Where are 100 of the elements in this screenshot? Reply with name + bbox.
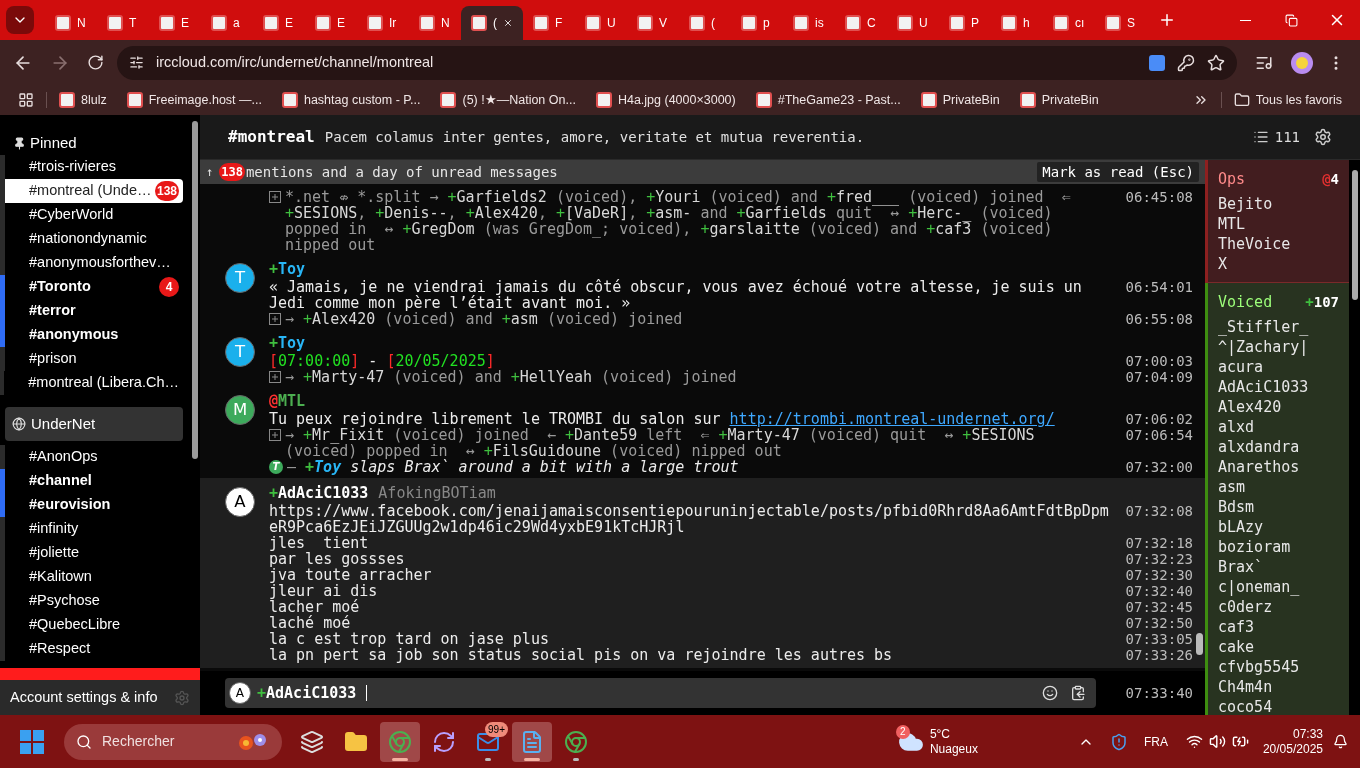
tab-search-button[interactable] [6, 6, 34, 34]
member-name[interactable]: alxd [1218, 417, 1339, 437]
browser-tab[interactable]: U [887, 6, 939, 40]
expand-icon[interactable] [269, 191, 281, 203]
member-name[interactable]: caf3 [1218, 617, 1339, 637]
site-info-icon[interactable] [129, 55, 144, 70]
browser-tab[interactable]: E [253, 6, 305, 40]
member-name[interactable]: AdAciC1033 [1218, 377, 1339, 397]
browser-tab[interactable]: N [409, 6, 461, 40]
browser-tab[interactable]: C [835, 6, 887, 40]
member-name[interactable]: Bejito [1218, 194, 1339, 214]
member-name[interactable]: Alex420 [1218, 397, 1339, 417]
bookmark[interactable]: Freeimage.host —... [126, 90, 262, 110]
author-name[interactable]: MTL [278, 393, 306, 409]
member-name[interactable]: cfvbg5545 [1218, 657, 1339, 677]
reload-icon[interactable] [87, 54, 104, 71]
message-text: par les gossses [269, 551, 405, 567]
browser-tab[interactable]: is [783, 6, 835, 40]
bookmark[interactable]: 8lulz [59, 90, 107, 110]
member-name[interactable]: c0derz [1218, 597, 1339, 617]
member-name[interactable]: alxdandra [1218, 437, 1339, 457]
member-name[interactable]: coco54 [1218, 697, 1339, 715]
browser-tab[interactable]: P [939, 6, 991, 40]
clock-time[interactable]: 07:33 [1292, 726, 1323, 742]
network-header[interactable]: UnderNet [5, 407, 183, 441]
settings-icon[interactable] [1314, 128, 1332, 146]
bookmark[interactable]: #TheGame23 - Past... [755, 90, 901, 110]
notification-icon[interactable] [1333, 734, 1348, 749]
timestamp: 07:32:18 [1124, 535, 1193, 551]
member-name[interactable]: c|oneman_ [1218, 577, 1339, 597]
browser-tab[interactable]: h [991, 6, 1043, 40]
browser-tab[interactable]: S [1095, 6, 1147, 40]
wifi-icon[interactable] [1185, 733, 1203, 750]
browser-tab[interactable]: E [305, 6, 357, 40]
link[interactable]: http://trombi.montreal-undernet.org/ [729, 410, 1055, 428]
expand-icon[interactable] [269, 371, 281, 383]
member-name[interactable]: X [1218, 254, 1339, 274]
expand-icon[interactable] [269, 429, 281, 441]
browser-tab[interactable]: F [523, 6, 575, 40]
volume-icon[interactable] [1208, 733, 1226, 750]
member-name[interactable]: Bdsm [1218, 497, 1339, 517]
browser-tab[interactable]: U [575, 6, 627, 40]
member-name[interactable]: Anarethos [1218, 457, 1339, 477]
key-icon[interactable] [1177, 53, 1195, 72]
member-count-button[interactable]: 111 [1252, 126, 1300, 148]
bookmark[interactable]: PrivateBin [1019, 90, 1099, 110]
author-name[interactable]: Toy [278, 261, 306, 277]
member-name[interactable]: bozioram [1218, 537, 1339, 557]
browser-tab[interactable]: a [201, 6, 253, 40]
scrollbar-thumb[interactable] [1196, 633, 1203, 655]
scrollbar-thumb[interactable] [1351, 170, 1358, 300]
browser-tab[interactable]: ( [461, 6, 523, 40]
apps-icon[interactable] [18, 92, 34, 108]
member-name[interactable]: Ch4m4n [1218, 677, 1339, 697]
browser-tab[interactable]: V [627, 6, 679, 40]
taskbar-app[interactable] [380, 721, 420, 762]
member-name[interactable]: cake [1218, 637, 1339, 657]
browser-tab[interactable]: p [731, 6, 783, 40]
taskbar-app[interactable]: 99+ [468, 721, 508, 762]
message-input[interactable]: A +AdAciC1033 [225, 678, 1096, 708]
emoji-icon[interactable] [1042, 685, 1058, 701]
taskbar-app[interactable] [512, 721, 552, 762]
author-name[interactable]: Toy [278, 335, 306, 351]
shield-icon[interactable] [1109, 732, 1128, 751]
language-indicator[interactable]: FRA [1143, 732, 1168, 751]
bookmark[interactable]: H4a.jpg (4000×3000) [595, 90, 736, 110]
channel-item[interactable]: #montreal (Unde… 138 [5, 179, 183, 203]
clock-date[interactable]: 20/05/2025 [1262, 741, 1323, 757]
address-bar[interactable]: irccloud.com/irc/undernet/channel/montreal [117, 45, 1237, 80]
profile-avatar[interactable] [1291, 51, 1313, 74]
member-name[interactable]: ^|Zachary| [1218, 337, 1339, 357]
start-icon[interactable] [20, 729, 44, 754]
browser-tab[interactable]: N [45, 6, 97, 40]
member-name[interactable]: _Stiffler_ [1218, 317, 1339, 337]
browser-tab[interactable]: T [97, 6, 149, 40]
expand-icon[interactable] [269, 313, 281, 325]
member-name[interactable]: Brax` [1218, 557, 1339, 577]
bookmark[interactable]: PrivateBin [920, 90, 1000, 110]
member-name[interactable]: acura [1218, 357, 1339, 377]
all-bookmarks-folder[interactable]: Tous les favoris [1233, 90, 1342, 110]
paste-icon[interactable] [1070, 685, 1086, 701]
member-name[interactable]: asm [1218, 477, 1339, 497]
bookmark-star-icon[interactable] [1207, 53, 1225, 72]
browser-tab[interactable]: E [149, 6, 201, 40]
scrollbar-thumb[interactable] [192, 121, 198, 459]
browser-tab[interactable]: cı [1043, 6, 1095, 40]
account-settings-button[interactable]: Account settings & info [0, 680, 200, 715]
extension-icon[interactable] [1149, 54, 1165, 71]
bookmark[interactable]: hashtag custom - P... [281, 90, 421, 110]
member-name[interactable]: bLAzy [1218, 517, 1339, 537]
search-field[interactable]: Rechercher [64, 723, 282, 760]
browser-tab[interactable]: Ir [357, 6, 409, 40]
mark-as-read-button[interactable]: Mark as read (Esc) [1037, 162, 1199, 182]
browser-tab[interactable]: ( [679, 6, 731, 40]
member-name[interactable]: MTL [1218, 214, 1339, 234]
message-text: la pn pert sa job son status social pis on va rejoindre les autres bs [269, 647, 893, 663]
author-name[interactable]: AdAciC1033 [278, 485, 369, 501]
bookmark[interactable]: (5) !★—Nation On... [440, 90, 576, 110]
unread-banner[interactable]: ↑ 138 mentions and a day of unread messages Mark as read (Esc) [200, 160, 1205, 184]
member-name[interactable]: TheVoice [1218, 234, 1339, 254]
